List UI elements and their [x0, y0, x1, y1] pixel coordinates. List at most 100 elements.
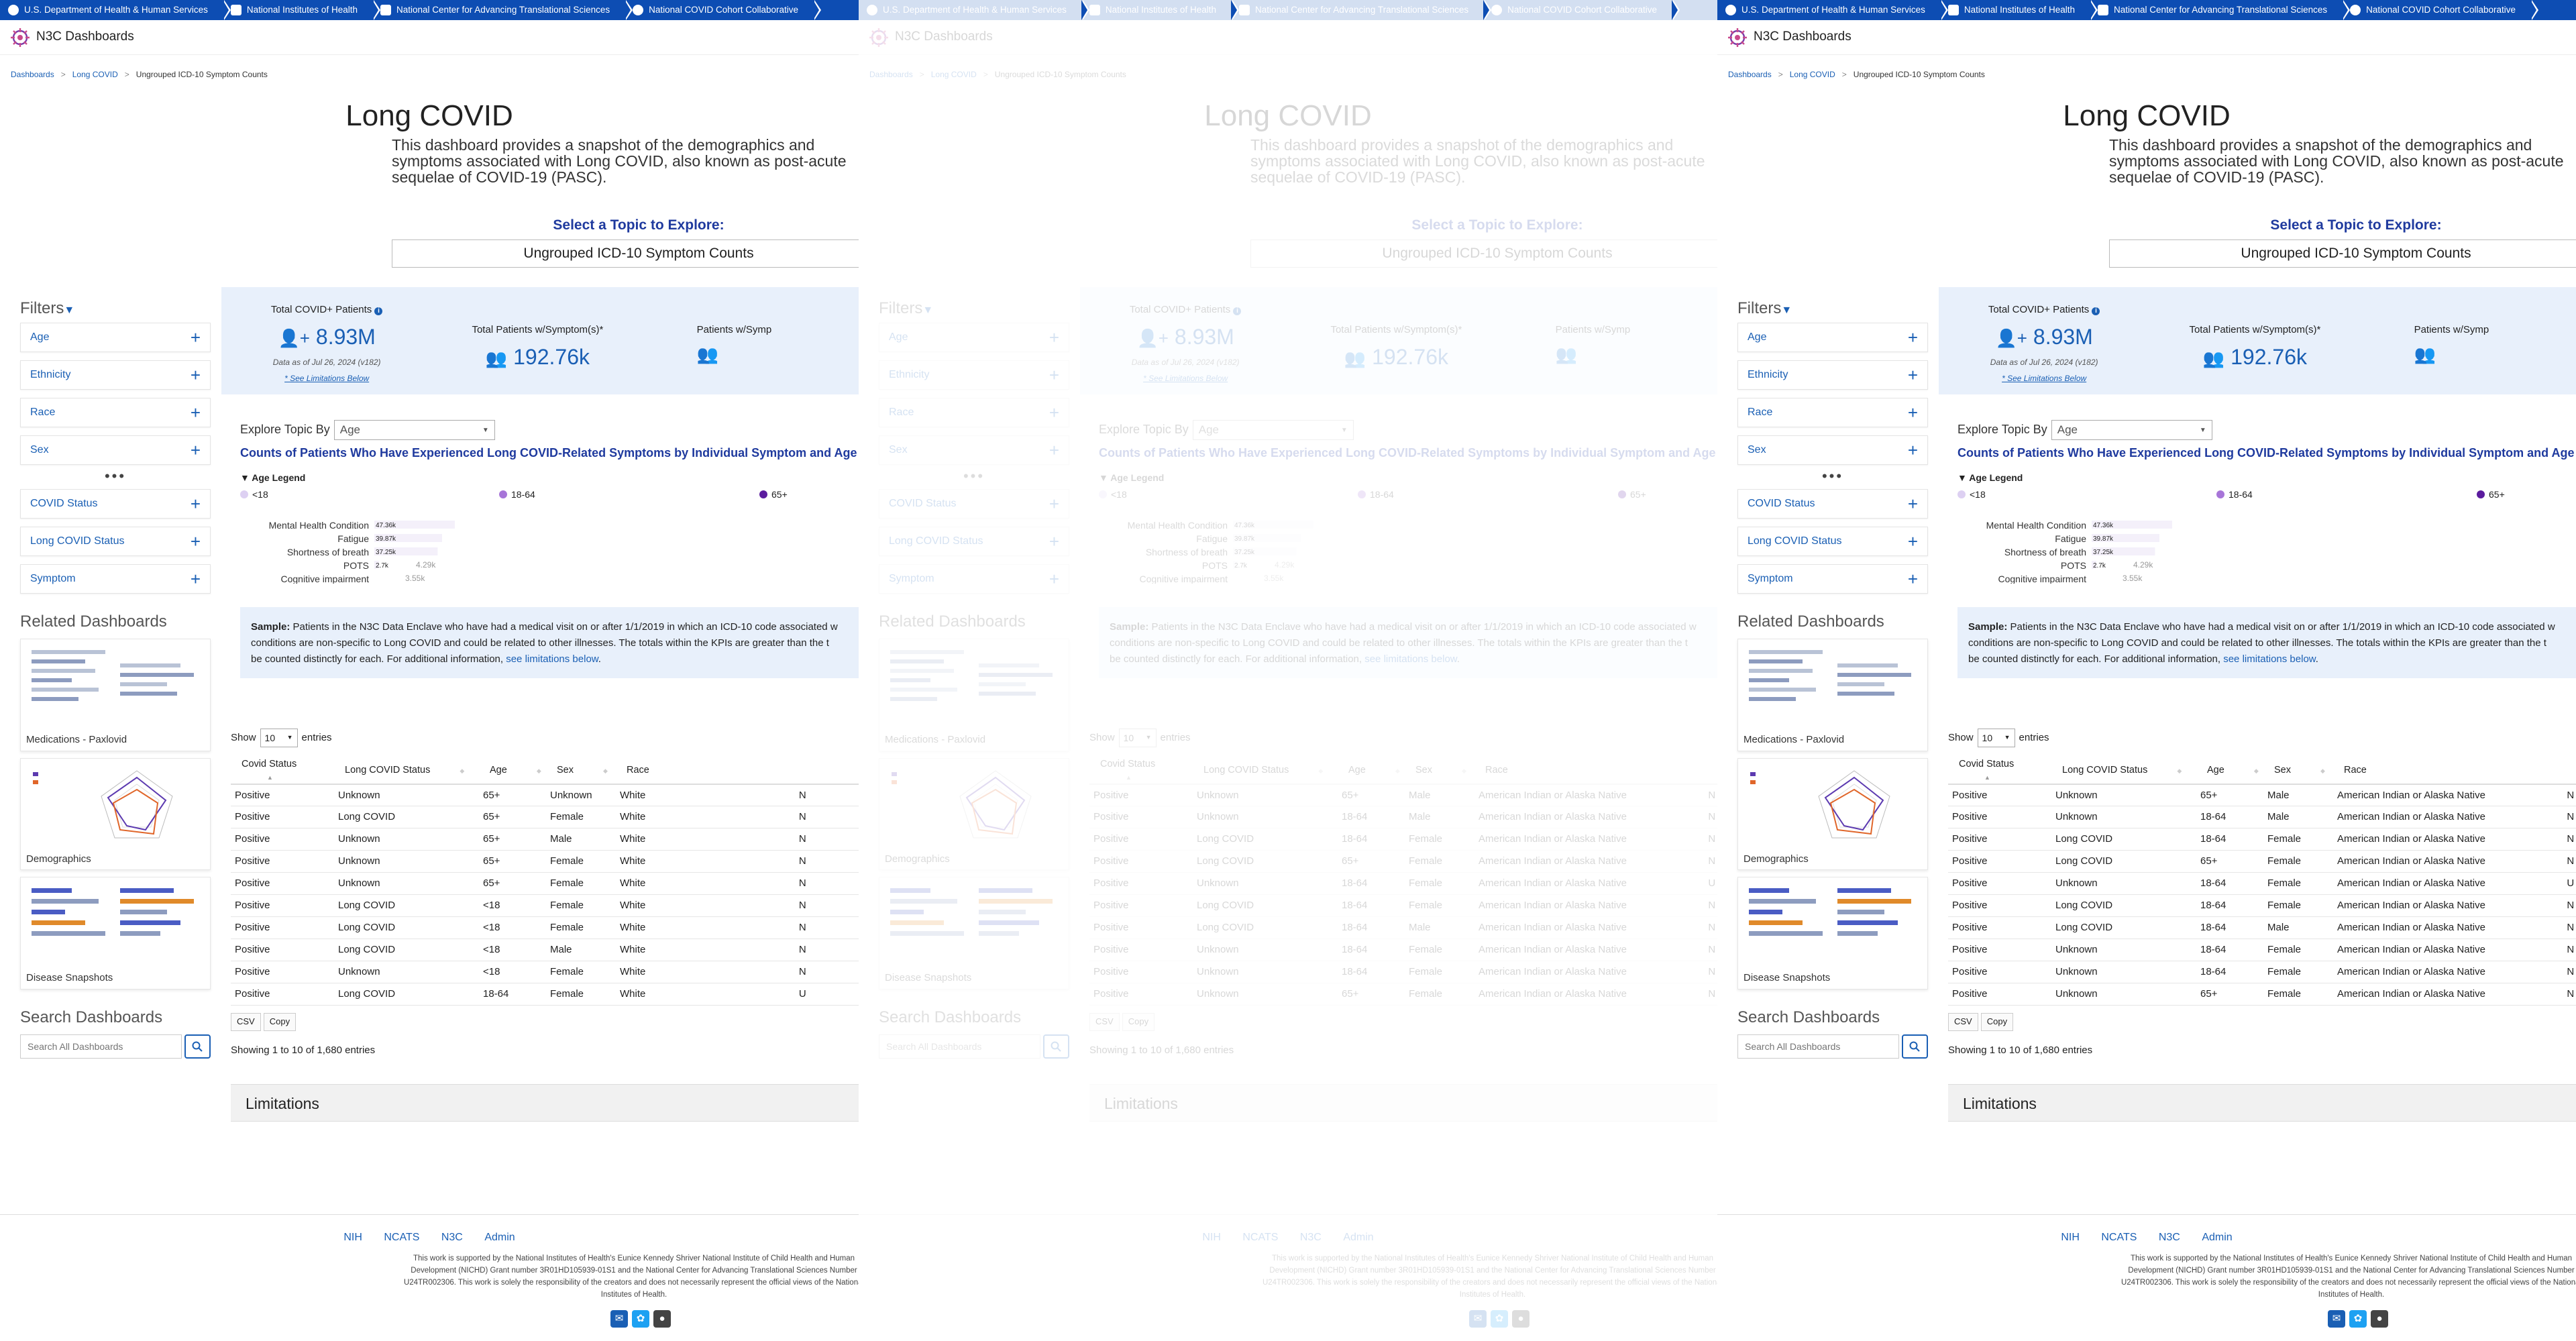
email-icon[interactable]: ✉ [1469, 1310, 1487, 1328]
gov-link-nih[interactable]: National Institutes of Health [1081, 0, 1240, 20]
page-length-select[interactable]: 10 ▼ [1118, 729, 1157, 747]
search-button[interactable] [1042, 1034, 1069, 1059]
column-header-race[interactable]: Race [2333, 758, 2563, 785]
info-icon[interactable]: i [2092, 307, 2100, 315]
footer-link-nih[interactable]: NIH [343, 1232, 362, 1243]
related-card-paxlovid[interactable]: Medications - Paxlovid [20, 639, 211, 751]
twitter-icon[interactable]: ✿ [2349, 1310, 2367, 1328]
column-header-long-covid-status[interactable]: Long COVID Status ◆ [1193, 758, 1338, 785]
more-filters-toggle[interactable]: ••• [20, 469, 211, 484]
footer-link-n3c[interactable]: N3C [441, 1232, 463, 1243]
explore-by-select[interactable]: Age ▼ [2051, 420, 2212, 440]
csv-button[interactable]: CSV [231, 1013, 261, 1031]
breadcrumb-dashboards[interactable]: Dashboards [11, 70, 54, 79]
column-header-sex[interactable]: Sex ◆ [546, 758, 616, 785]
limitations-accordion[interactable]: Limitations [231, 1084, 859, 1122]
table-row[interactable]: Positive Unknown 65+ Unknown White N [231, 784, 859, 807]
see-limitations-link[interactable]: * See Limitations Below [1939, 374, 2149, 384]
breadcrumb-long-covid[interactable]: Long COVID [1790, 70, 1835, 79]
filter-ethnicity[interactable]: Ethnicity + [20, 360, 211, 390]
filter-age[interactable]: Age + [1737, 323, 1928, 353]
explore-by-select[interactable]: Age ▼ [1192, 420, 1354, 440]
see-limitations-link[interactable]: * See Limitations Below [221, 374, 432, 384]
column-header-sex[interactable]: Sex ◆ [1405, 758, 1474, 785]
gov-link-ncats[interactable]: National Center for Advancing Translatio… [372, 0, 633, 20]
table-row[interactable]: Positive Long COVID <18 Male White N [231, 938, 859, 962]
csv-button[interactable]: CSV [1948, 1013, 1978, 1031]
table-row[interactable]: Positive Unknown 18-64 Male American Indian … [1089, 806, 1717, 829]
filter-ethnicity[interactable]: Ethnicity + [1737, 360, 1928, 390]
table-row[interactable]: Positive Unknown 65+ Male American Indian or… [1948, 784, 2576, 807]
legend-item[interactable]: 18-64 [1358, 488, 1394, 500]
table-row[interactable]: Positive Unknown 65+ Male White N [231, 828, 859, 851]
gov-link-hhs[interactable]: U.S. Department of Health & Human Servic… [1717, 0, 1948, 20]
related-card-demographics[interactable]: Demographics [1737, 757, 1928, 871]
breadcrumb-long-covid[interactable]: Long COVID [931, 70, 977, 79]
csv-button[interactable]: CSV [1089, 1013, 1120, 1031]
copy-button[interactable]: Copy [1980, 1013, 2014, 1031]
filter-symptom[interactable]: Symptom + [1737, 564, 1928, 594]
search-button[interactable] [1901, 1034, 1928, 1059]
gov-link-ncats[interactable]: National Center for Advancing Translatio… [2089, 0, 2351, 20]
gov-link-n3c[interactable]: National COVID Cohort Collaborative [1483, 0, 1680, 20]
filter-covid-status[interactable]: COVID Status + [879, 489, 1069, 519]
table-row[interactable]: Positive Long COVID 18-64 Female American In… [1948, 894, 2576, 918]
filter-symptom[interactable]: Symptom + [879, 564, 1069, 594]
github-icon[interactable]: ● [653, 1310, 671, 1328]
related-card-paxlovid[interactable]: Medications - Paxlovid [1737, 639, 1928, 751]
copy-button[interactable]: Copy [263, 1013, 297, 1031]
column-header-race[interactable]: Race [1474, 758, 1705, 785]
table-row[interactable]: Positive Long COVID 18-64 Female American In… [1089, 894, 1717, 918]
filter-sex[interactable]: Sex + [879, 435, 1069, 466]
table-row[interactable]: Positive Unknown 18-64 Male American Indian … [1948, 806, 2576, 829]
legend-item[interactable]: 65+ [2477, 488, 2505, 500]
legend-item[interactable]: <18 [240, 488, 268, 500]
search-input[interactable] [20, 1034, 182, 1059]
filter-ethnicity[interactable]: Ethnicity + [879, 360, 1069, 390]
table-row[interactable]: Positive Unknown 18-64 Female American India… [1089, 938, 1717, 962]
footer-link-n3c[interactable]: N3C [1300, 1232, 1322, 1243]
table-row[interactable]: Positive Unknown 65+ Female American Indian … [1089, 983, 1717, 1006]
gov-link-nih[interactable]: National Institutes of Health [222, 0, 381, 20]
legend-item[interactable]: 18-64 [2216, 488, 2253, 500]
table-row[interactable]: Positive Unknown 65+ Female White N [231, 850, 859, 873]
gov-link-n3c[interactable]: National COVID Cohort Collaborative [625, 0, 821, 20]
table-row[interactable]: Positive Long COVID 18-64 Male American Indi… [1948, 916, 2576, 940]
legend-item[interactable]: 18-64 [499, 488, 535, 500]
gov-link-hhs[interactable]: U.S. Department of Health & Human Servic… [0, 0, 231, 20]
table-row[interactable]: Positive Long COVID 18-64 Female American In… [1089, 828, 1717, 851]
filter-sex[interactable]: Sex + [1737, 435, 1928, 466]
breadcrumb-long-covid[interactable]: Long COVID [72, 70, 118, 79]
column-header-covid-status[interactable]: Covid Status ▲ [1089, 758, 1193, 785]
column-header-long-covid-status[interactable]: Long COVID Status ◆ [334, 758, 479, 785]
n3c-logo-icon[interactable] [868, 27, 890, 48]
see-limitations-link[interactable]: * See Limitations Below [1080, 374, 1291, 384]
search-input[interactable] [879, 1034, 1040, 1059]
topic-select[interactable]: Ungrouped ICD-10 Symptom Counts [1250, 239, 1717, 268]
filter-long-covid-status[interactable]: Long COVID Status + [879, 527, 1069, 557]
table-row[interactable]: Positive Long COVID 65+ Female White N [231, 806, 859, 829]
footer-link-admin[interactable]: Admin [484, 1232, 515, 1243]
explore-by-select[interactable]: Age ▼ [333, 420, 495, 440]
filter-race[interactable]: Race + [1737, 398, 1928, 428]
email-icon[interactable]: ✉ [610, 1310, 628, 1328]
topic-select[interactable]: Ungrouped ICD-10 Symptom Counts [2109, 239, 2576, 268]
site-title[interactable]: N3C Dashboards [36, 29, 134, 46]
limitations-accordion[interactable]: Limitations [1089, 1084, 1717, 1122]
breadcrumb-dashboards[interactable]: Dashboards [869, 70, 913, 79]
related-card-paxlovid[interactable]: Medications - Paxlovid [879, 639, 1069, 751]
more-filters-toggle[interactable]: ••• [1737, 469, 1928, 484]
search-input[interactable] [1737, 1034, 1899, 1059]
see-limitations-link[interactable]: see limitations below [2223, 653, 2316, 665]
github-icon[interactable]: ● [1512, 1310, 1529, 1328]
legend-item[interactable]: 65+ [759, 488, 788, 500]
related-card-demographics[interactable]: Demographics [20, 757, 211, 871]
twitter-icon[interactable]: ✿ [632, 1310, 649, 1328]
table-row[interactable]: Positive Long COVID 18-64 Female White U [231, 983, 859, 1006]
column-header-age[interactable]: Age ◆ [2196, 758, 2263, 785]
table-row[interactable]: Positive Long COVID 18-64 Female American In… [1948, 828, 2576, 851]
column-header-extra[interactable] [1704, 758, 1717, 785]
github-icon[interactable]: ● [2371, 1310, 2388, 1328]
filter-age[interactable]: Age + [20, 323, 211, 353]
related-card-disease-snapshots[interactable]: Disease Snapshots [879, 877, 1069, 989]
